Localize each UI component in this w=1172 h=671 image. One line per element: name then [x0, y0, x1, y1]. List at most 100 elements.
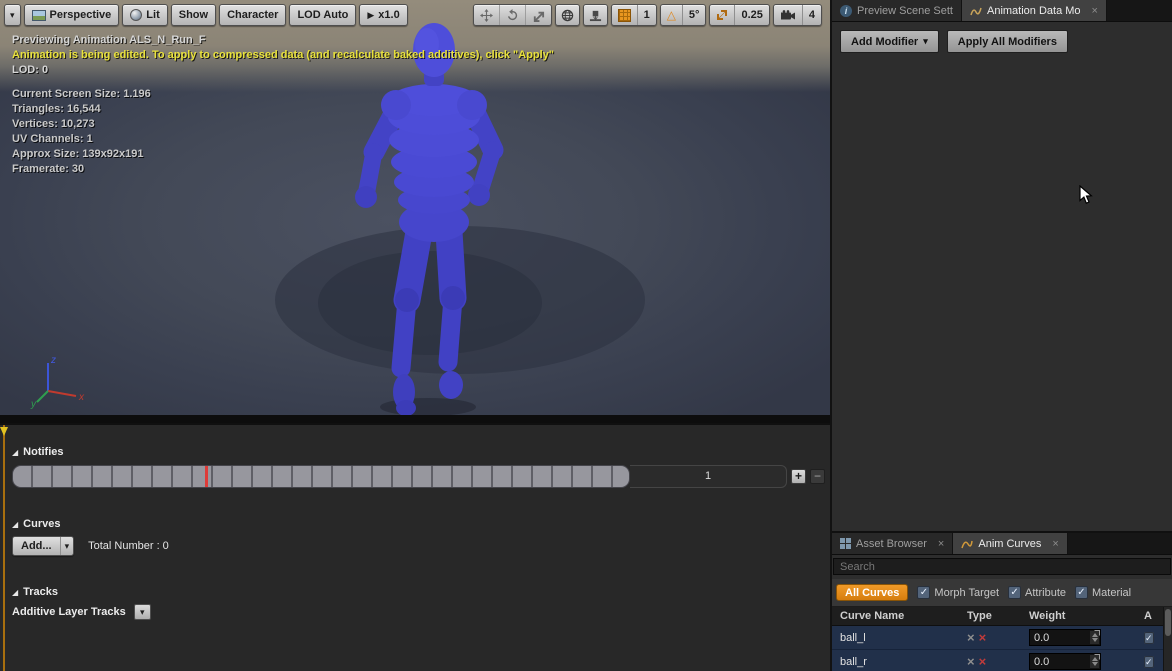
vertical-scrollbar[interactable] — [1163, 607, 1172, 671]
rotation-snap-icon: △ — [667, 8, 676, 22]
add-curve-split-button: Add... ▾ — [12, 536, 74, 556]
grid-snap-value[interactable]: 1 — [637, 5, 656, 25]
curve-row-ball-l[interactable]: ball_l × × 0.0 ✓ — [832, 626, 1172, 650]
filter-morph-target[interactable]: ✓ Morph Target — [917, 586, 999, 599]
camera-speed-value[interactable]: 4 — [802, 5, 821, 25]
search-input[interactable] — [833, 558, 1171, 575]
rotation-snap-group: △ 5° — [660, 4, 707, 26]
transform-tools-group — [473, 4, 552, 26]
viewport-options-button[interactable]: ▾ — [4, 4, 21, 26]
timeline-panel: ◢ Notifies 1 + − ◢ Curves Add... ▾ Total… — [0, 423, 830, 671]
curve-filters: All Curves ✓ Morph Target ✓ Attribute ✓ … — [832, 579, 1172, 607]
add-modifier-button[interactable]: Add Modifier ▾ — [840, 30, 939, 53]
add-curve-button[interactable]: Add... — [13, 537, 60, 555]
surface-snap-icon — [589, 9, 602, 22]
scale-tool-icon[interactable] — [525, 5, 551, 25]
previewing-animation-label: Previewing Animation ALS_N_Run_F — [12, 33, 554, 48]
rotate-tool-icon[interactable] — [499, 5, 525, 25]
rotation-snap-toggle[interactable]: △ — [661, 5, 682, 25]
character-button[interactable]: Character — [219, 4, 286, 26]
playback-speed-button[interactable]: ▶ x1.0 — [359, 4, 407, 26]
notifies-section-header[interactable]: ◢ Notifies — [12, 446, 64, 458]
notify-track-count: 1 — [630, 465, 787, 488]
notify-track[interactable]: 1 — [12, 465, 787, 488]
spinner-icon[interactable] — [1090, 655, 1099, 668]
modifiers-toolbar: Add Modifier ▾ Apply All Modifiers — [832, 22, 1172, 61]
perspective-button[interactable]: Perspective — [24, 4, 120, 26]
viewport-bottom-bar — [0, 415, 830, 423]
additive-layer-tracks-label: Additive Layer Tracks — [12, 606, 126, 618]
additive-tracks-dropdown[interactable]: ▾ — [134, 604, 151, 620]
camera-speed-toggle[interactable] — [774, 5, 802, 25]
axis-x-label: x — [78, 392, 85, 403]
add-notify-track-button[interactable]: + — [791, 469, 806, 484]
add-curve-dropdown[interactable]: ▾ — [60, 537, 74, 555]
tab-animation-data-modifiers[interactable]: Animation Data Mo × — [962, 0, 1107, 21]
tracks-section-header[interactable]: ◢ Tracks — [12, 586, 58, 598]
collapse-arrow-icon: ◢ — [12, 520, 18, 529]
filter-material[interactable]: ✓ Material — [1075, 586, 1131, 599]
show-button[interactable]: Show — [171, 4, 216, 26]
chevron-down-icon: ▾ — [10, 10, 15, 20]
curve-type-remove-icon[interactable]: × — [979, 631, 987, 644]
notify-track-frames[interactable] — [12, 465, 630, 488]
right-top-tabbar: i Preview Scene Sett Animation Data Mo × — [832, 0, 1172, 22]
curve-table: Curve Name Type Weight A ball_l × × 0.0 — [832, 607, 1172, 671]
surface-snap-button[interactable] — [583, 4, 608, 26]
grid-snap-toggle[interactable] — [612, 5, 637, 25]
scale-snap-value[interactable]: 0.25 — [734, 5, 768, 25]
curve-type-off-icon[interactable]: × — [967, 655, 975, 668]
world-local-toggle-button[interactable] — [555, 4, 580, 26]
camera-icon — [780, 10, 796, 21]
scrollbar-thumb[interactable] — [1165, 609, 1171, 636]
info-icon: i — [840, 5, 852, 17]
tab-asset-browser[interactable]: Asset Browser × — [832, 533, 953, 554]
checkbox-checked-icon[interactable]: ✓ — [1008, 586, 1021, 599]
curves-controls-row: Add... ▾ Total Number : 0 — [12, 536, 169, 556]
filter-attribute[interactable]: ✓ Attribute — [1008, 586, 1066, 599]
anim-curves-panel: Asset Browser × Anim Curves × All Curves… — [832, 531, 1172, 671]
weight-input[interactable]: 0.0 — [1029, 629, 1101, 646]
modifier-icon — [970, 5, 982, 17]
axis-z-label: z — [50, 355, 56, 366]
globe-icon — [561, 9, 574, 22]
lod-auto-button[interactable]: LOD Auto — [289, 4, 356, 26]
edit-warning-label: Animation is being edited. To apply to c… — [12, 48, 554, 63]
apply-all-modifiers-button[interactable]: Apply All Modifiers — [947, 30, 1068, 53]
translate-tool-icon[interactable] — [474, 5, 499, 25]
scale-snap-icon — [716, 9, 728, 21]
checkbox-checked-icon[interactable]: ✓ — [917, 586, 930, 599]
playhead-marker-icon[interactable] — [0, 427, 8, 436]
checkbox-checked-icon[interactable]: ✓ — [1075, 586, 1088, 599]
curve-type-off-icon[interactable]: × — [967, 631, 975, 644]
weight-input[interactable]: 0.0 — [1029, 653, 1101, 670]
close-icon[interactable]: × — [1052, 538, 1058, 550]
search-row — [832, 555, 1172, 579]
chevron-down-icon: ▾ — [923, 36, 928, 47]
filter-all-curves-button[interactable]: All Curves — [836, 584, 908, 601]
tab-anim-curves[interactable]: Anim Curves × — [953, 533, 1067, 554]
lit-button[interactable]: Lit — [122, 4, 167, 26]
viewport-toolbar: ▾ Perspective Lit Show Character LOD Aut… — [4, 4, 822, 26]
close-icon[interactable]: × — [938, 538, 944, 550]
curve-type-remove-icon[interactable]: × — [979, 655, 987, 668]
preview-viewport[interactable]: ▾ Perspective Lit Show Character LOD Aut… — [0, 0, 830, 423]
rotation-snap-value[interactable]: 5° — [682, 5, 706, 25]
auto-checkbox[interactable]: ✓ — [1144, 632, 1154, 644]
notify-playhead[interactable] — [205, 466, 208, 487]
mesh-stats: Current Screen Size: 1.196 Triangles: 16… — [12, 87, 554, 177]
curve-row-ball-r[interactable]: ball_r × × 0.0 ✓ — [832, 650, 1172, 671]
remove-notify-track-button[interactable]: − — [810, 469, 825, 484]
close-icon[interactable]: × — [1092, 5, 1098, 17]
auto-checkbox[interactable]: ✓ — [1144, 656, 1154, 668]
curves-section-header[interactable]: ◢ Curves — [12, 518, 60, 530]
timeline-playhead[interactable] — [3, 425, 5, 671]
scale-snap-toggle[interactable] — [710, 5, 734, 25]
perspective-icon — [32, 10, 46, 21]
spinner-icon[interactable] — [1090, 631, 1099, 644]
tab-preview-scene-settings[interactable]: i Preview Scene Sett — [832, 0, 962, 21]
lit-sphere-icon — [130, 9, 142, 21]
scale-snap-group: 0.25 — [709, 4, 769, 26]
right-panel: i Preview Scene Sett Animation Data Mo ×… — [830, 0, 1172, 671]
curve-table-header: Curve Name Type Weight A — [832, 607, 1172, 626]
